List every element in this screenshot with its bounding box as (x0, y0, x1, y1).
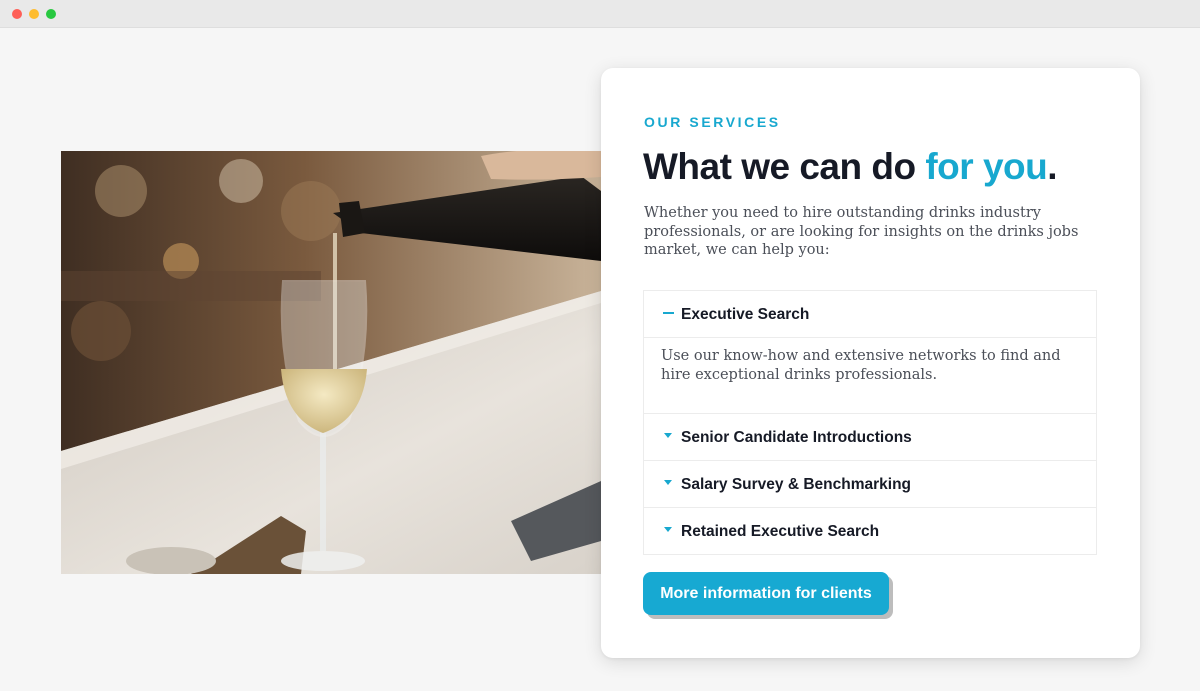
minus-icon (663, 312, 674, 314)
headline-accent: for you (925, 146, 1048, 187)
caret-down-icon (664, 480, 672, 485)
services-card: OUR SERVICES What we can do for you. Whe… (601, 68, 1140, 658)
caret-down-icon (664, 527, 672, 532)
caret-down-icon (664, 433, 672, 438)
minimize-window-button[interactable] (29, 9, 39, 19)
more-information-for-clients-button[interactable]: More information for clients (643, 572, 889, 615)
maximize-window-button[interactable] (46, 9, 56, 19)
accordion-item-senior-candidate-introductions[interactable]: Senior Candidate Introductions (644, 414, 1096, 461)
accordion-item-title: Salary Survey & Benchmarking (681, 476, 912, 493)
close-window-button[interactable] (12, 9, 22, 19)
wine-pouring-photo (61, 151, 601, 574)
headline-main: What we can do (643, 146, 926, 187)
accordion-panel-text: Use our know-how and extensive networks … (661, 348, 1061, 383)
services-accordion: Executive Search Use our know-how and ex… (643, 290, 1097, 555)
accordion-item-salary-survey[interactable]: Salary Survey & Benchmarking (644, 461, 1096, 508)
accordion-item-title: Retained Executive Search (681, 523, 880, 540)
section-eyebrow: OUR SERVICES (644, 114, 781, 130)
accordion-panel-executive-search: Use our know-how and extensive networks … (644, 338, 1096, 414)
accordion-item-executive-search[interactable]: Executive Search (644, 291, 1096, 338)
accordion-item-retained-executive-search[interactable]: Retained Executive Search (644, 508, 1096, 554)
headline-end: . (1047, 146, 1058, 187)
accordion-item-title: Executive Search (681, 306, 810, 323)
window-titlebar (0, 0, 1200, 28)
section-intro: Whether you need to hire outstanding dri… (644, 205, 1079, 258)
accordion-item-title: Senior Candidate Introductions (681, 429, 912, 446)
section-headline: What we can do for you. (643, 146, 1058, 188)
